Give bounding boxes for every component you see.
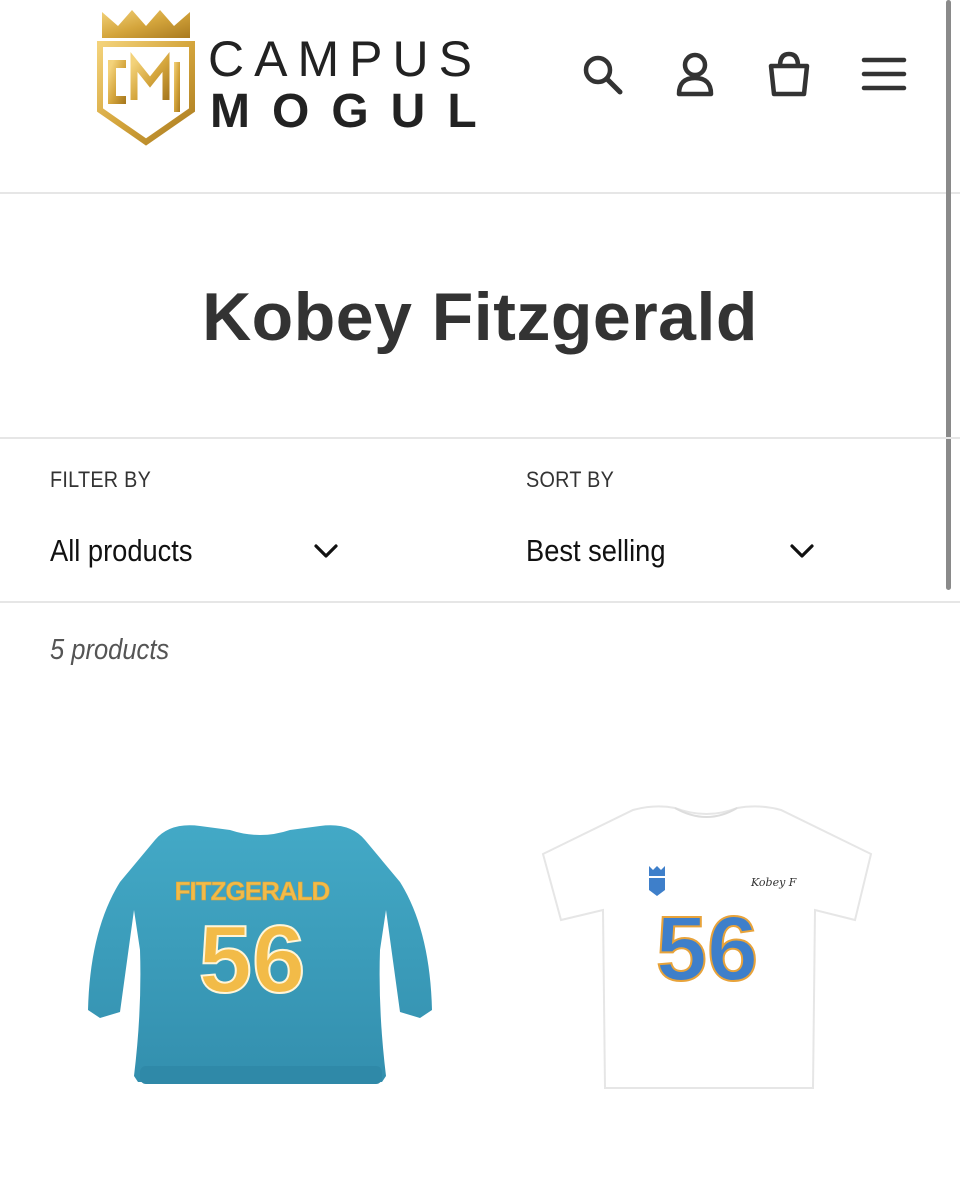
tshirt-image: Kobey F 56	[541, 805, 873, 1089]
chevron-down-icon	[314, 544, 338, 558]
logo-text-campus: CAMPUS	[208, 31, 482, 87]
sort-label: SORT BY	[526, 467, 615, 492]
collection-filters: FILTER BY All products SORT BY Best sell…	[0, 437, 960, 603]
crown-shield-logo-icon	[97, 10, 195, 146]
search-icon[interactable]	[578, 50, 626, 98]
filter-value: All products	[50, 533, 193, 568]
sweatshirt-image: FITZGERALD 56	[88, 825, 432, 1084]
campus-mogul-logo[interactable]: CAMPUS MOGUL	[96, 10, 516, 150]
tshirt-number-print: 56	[656, 898, 758, 1000]
sweatshirt-name-print: FITZGERALD	[175, 876, 330, 906]
site-header: CAMPUS MOGUL	[0, 0, 960, 194]
logo-text-mogul: MOGUL	[210, 85, 499, 138]
filter-select[interactable]: All products	[50, 519, 340, 579]
sort-select[interactable]: Best selling	[526, 519, 816, 579]
sort-value: Best selling	[526, 533, 666, 568]
product-card-crewneck-sweatshirt[interactable]: FITZGERALD 56	[60, 770, 460, 1130]
sweatshirt-number-print: 56	[199, 906, 306, 1013]
campus-mogul-chest-logo-icon	[649, 866, 665, 896]
product-count: 5 products	[50, 634, 170, 666]
menu-icon[interactable]	[860, 50, 908, 98]
tshirt-signature: Kobey F	[750, 876, 797, 889]
account-icon[interactable]	[671, 50, 719, 98]
cart-icon[interactable]	[765, 50, 813, 98]
product-card-tshirt[interactable]: Kobey F 56	[515, 770, 915, 1130]
filter-label: FILTER BY	[50, 467, 152, 492]
collection-title: Kobey Fitzgerald	[202, 279, 758, 355]
chevron-down-icon	[790, 544, 814, 558]
